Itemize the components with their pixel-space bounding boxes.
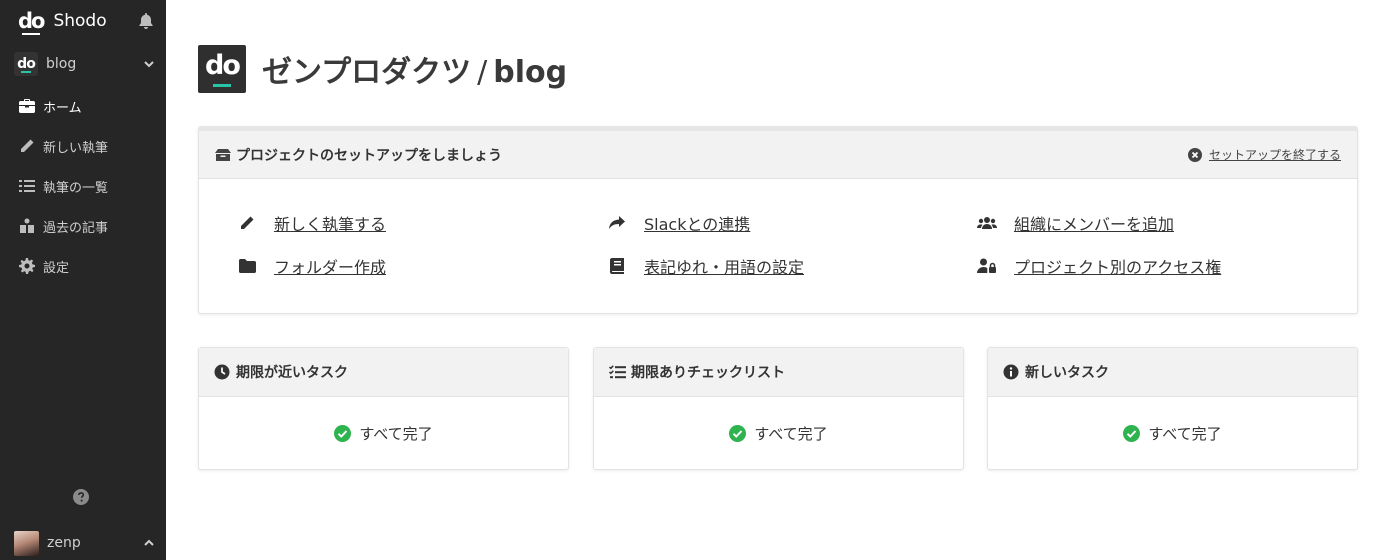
- sidebar-item-label: 過去の記事: [43, 220, 109, 236]
- pencil-icon: [237, 214, 257, 232]
- card-body: すべて完了: [594, 397, 963, 469]
- avatar: [14, 530, 39, 556]
- help-icon[interactable]: [73, 489, 89, 505]
- card-status: すべて完了: [1148, 424, 1222, 443]
- new-tasks-card: 新しいタスク すべて完了: [987, 347, 1358, 470]
- title-separator: /: [477, 55, 488, 90]
- page-header: do ゼンプロダクツ / blog: [198, 45, 567, 93]
- due-soon-tasks-card: 期限が近いタスク すべて完了: [198, 347, 569, 470]
- list-icon: [18, 177, 36, 195]
- project-access-link[interactable]: プロジェクト別のアクセス権: [977, 254, 1221, 278]
- card-header: 期限ありチェックリスト: [594, 348, 963, 397]
- sidebar-item-home[interactable]: ホーム: [0, 86, 166, 126]
- sidebar-item-settings[interactable]: 設定: [0, 246, 166, 286]
- card-status: すべて完了: [754, 424, 828, 443]
- sidebar-item-label: ホーム: [43, 100, 82, 116]
- project-logo: do: [14, 52, 38, 76]
- organization-logo-text: do: [205, 49, 241, 81]
- briefcase-icon: [18, 97, 36, 115]
- pencil-icon: [18, 137, 36, 155]
- close-circle-icon: [1187, 147, 1202, 162]
- sidebar-item-writing-list[interactable]: 執筆の一覧: [0, 166, 166, 206]
- add-members-link[interactable]: 組織にメンバーを追加: [977, 211, 1174, 235]
- brand[interactable]: do Shodo: [18, 8, 107, 35]
- create-folder-label: フォルダー作成: [274, 258, 387, 277]
- chevron-down-icon: [144, 61, 154, 68]
- clock-icon: [214, 364, 231, 381]
- checklist-icon: [609, 364, 626, 381]
- sidebar-header: do Shodo: [0, 0, 166, 42]
- organization-logo: do: [198, 45, 246, 93]
- new-writing-link[interactable]: 新しく執筆する: [237, 211, 386, 235]
- user-lock-icon: [977, 257, 997, 275]
- card-body: すべて完了: [199, 397, 568, 469]
- setup-panel-title: プロジェクトのセットアップをしましょう: [236, 147, 502, 164]
- card-title: 新しいタスク: [1025, 365, 1109, 381]
- sidebar: do Shodo do blog ホーム 新しい執筆 執筆の一覧 過去の記事 設…: [0, 0, 166, 560]
- organization-name[interactable]: ゼンプロダクツ: [262, 47, 471, 91]
- logo-bar: [213, 83, 231, 87]
- create-folder-link[interactable]: フォルダー作成: [237, 254, 386, 278]
- bell-icon[interactable]: [138, 13, 154, 29]
- page-title: ゼンプロダクツ / blog: [262, 47, 567, 91]
- card-header: 新しいタスク: [988, 348, 1357, 397]
- check-circle-icon: [729, 424, 747, 442]
- card-title: 期限が近いタスク: [236, 365, 348, 381]
- sidebar-item-label: 執筆の一覧: [43, 180, 109, 196]
- book-icon: [607, 257, 627, 275]
- info-icon: [1003, 364, 1020, 381]
- folder-icon: [237, 257, 257, 275]
- project-access-label: プロジェクト別のアクセス権: [1014, 258, 1222, 277]
- user-menu[interactable]: zenp: [0, 526, 166, 560]
- checklist-card: 期限ありチェックリスト すべて完了: [593, 347, 964, 470]
- finish-setup-link[interactable]: セットアップを終了する: [1187, 146, 1341, 163]
- gear-icon: [18, 257, 36, 275]
- setup-panel-header: プロジェクトのセットアップをしましょう セットアップを終了する: [199, 131, 1357, 179]
- slack-integration-label: Slackとの連携: [644, 215, 751, 234]
- user-name: zenp: [47, 535, 81, 551]
- project-switcher[interactable]: do blog: [0, 42, 166, 86]
- brand-logo: do: [18, 8, 46, 35]
- sidebar-item-past-articles[interactable]: 過去の記事: [0, 206, 166, 246]
- archive-icon: [18, 217, 36, 235]
- card-body: すべて完了: [988, 397, 1357, 469]
- card-title: 期限ありチェックリスト: [631, 365, 785, 381]
- share-icon: [607, 214, 627, 232]
- card-header: 期限が近いタスク: [199, 348, 568, 397]
- chevron-up-icon: [144, 539, 154, 546]
- add-members-label: 組織にメンバーを追加: [1014, 215, 1175, 234]
- project-title: blog: [493, 55, 568, 90]
- check-circle-icon: [1123, 424, 1141, 442]
- project-name: blog: [46, 56, 77, 72]
- card-status: すべて完了: [359, 424, 433, 443]
- brand-name: Shodo: [53, 11, 107, 31]
- users-icon: [977, 214, 997, 232]
- setup-links: 新しく執筆する Slackとの連携 組織にメンバーを追加 フォルダー作成 表記ゆ…: [199, 179, 1357, 313]
- box-open-icon: [215, 147, 231, 163]
- new-writing-label: 新しく執筆する: [274, 215, 387, 234]
- finish-setup-label: セットアップを終了する: [1208, 148, 1341, 162]
- term-settings-label: 表記ゆれ・用語の設定: [644, 258, 805, 277]
- sidebar-item-label: 新しい執筆: [43, 140, 109, 156]
- sidebar-item-label: 設定: [43, 260, 70, 276]
- slack-integration-link[interactable]: Slackとの連携: [607, 211, 750, 235]
- term-settings-link[interactable]: 表記ゆれ・用語の設定: [607, 254, 804, 278]
- setup-panel: プロジェクトのセットアップをしましょう セットアップを終了する 新しく執筆する …: [198, 126, 1358, 314]
- check-circle-icon: [334, 424, 352, 442]
- sidebar-item-new-writing[interactable]: 新しい執筆: [0, 126, 166, 166]
